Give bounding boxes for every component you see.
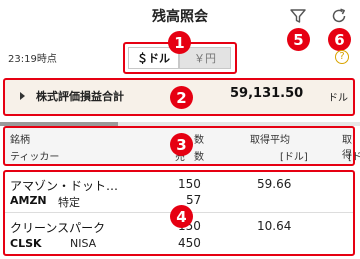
col-header-avg-cost-unit: [ドル]: [280, 152, 308, 163]
summary-value: 59,131.50: [230, 86, 304, 101]
col-header-qty: 数: [194, 135, 204, 146]
col-header-ticker: ティッカー: [10, 152, 60, 163]
summary-label: 株式評価損益合計: [36, 90, 124, 103]
filter-button[interactable]: [287, 5, 309, 27]
row2-account: NISA: [70, 237, 97, 250]
row1-account: 特定: [58, 196, 80, 209]
row2-avg-cost: 10.64: [257, 219, 292, 233]
row2-name[interactable]: クリーンスパーク: [10, 219, 105, 236]
filter-icon: [290, 9, 306, 23]
help-icon[interactable]: ?: [335, 50, 349, 64]
annotation-badge-3: 3: [170, 133, 193, 156]
col-header-avg-cost: 取得平均: [250, 135, 290, 146]
col-header-cost-unit-cut: [ド: [348, 152, 360, 163]
annotation-badge-4: 4: [170, 205, 193, 228]
summary-unit: ドル: [328, 93, 348, 104]
refresh-icon: [332, 8, 346, 23]
col-header-name: 銘柄: [10, 135, 30, 146]
annotation-badge-1: 1: [168, 31, 191, 54]
refresh-button[interactable]: [328, 5, 350, 27]
expand-caret-icon: [20, 92, 25, 100]
row1-ticker: AMZN: [10, 194, 47, 207]
row1-sellable: 57: [186, 193, 202, 207]
col-header-sellable-suffix: 数: [194, 152, 204, 163]
row1-name[interactable]: アマゾン・ドット…: [10, 177, 118, 194]
annotation-badge-2: 2: [170, 86, 193, 109]
row2-sellable: 450: [178, 236, 201, 250]
row2-ticker: CLSK: [10, 237, 42, 250]
annotation-badge-6: 6: [328, 28, 351, 51]
as-of-timestamp: 23:19時点: [8, 54, 57, 65]
row1-qty: 150: [178, 177, 201, 191]
annotation-badge-5: 5: [287, 28, 310, 51]
row1-avg-cost: 59.66: [257, 177, 292, 191]
